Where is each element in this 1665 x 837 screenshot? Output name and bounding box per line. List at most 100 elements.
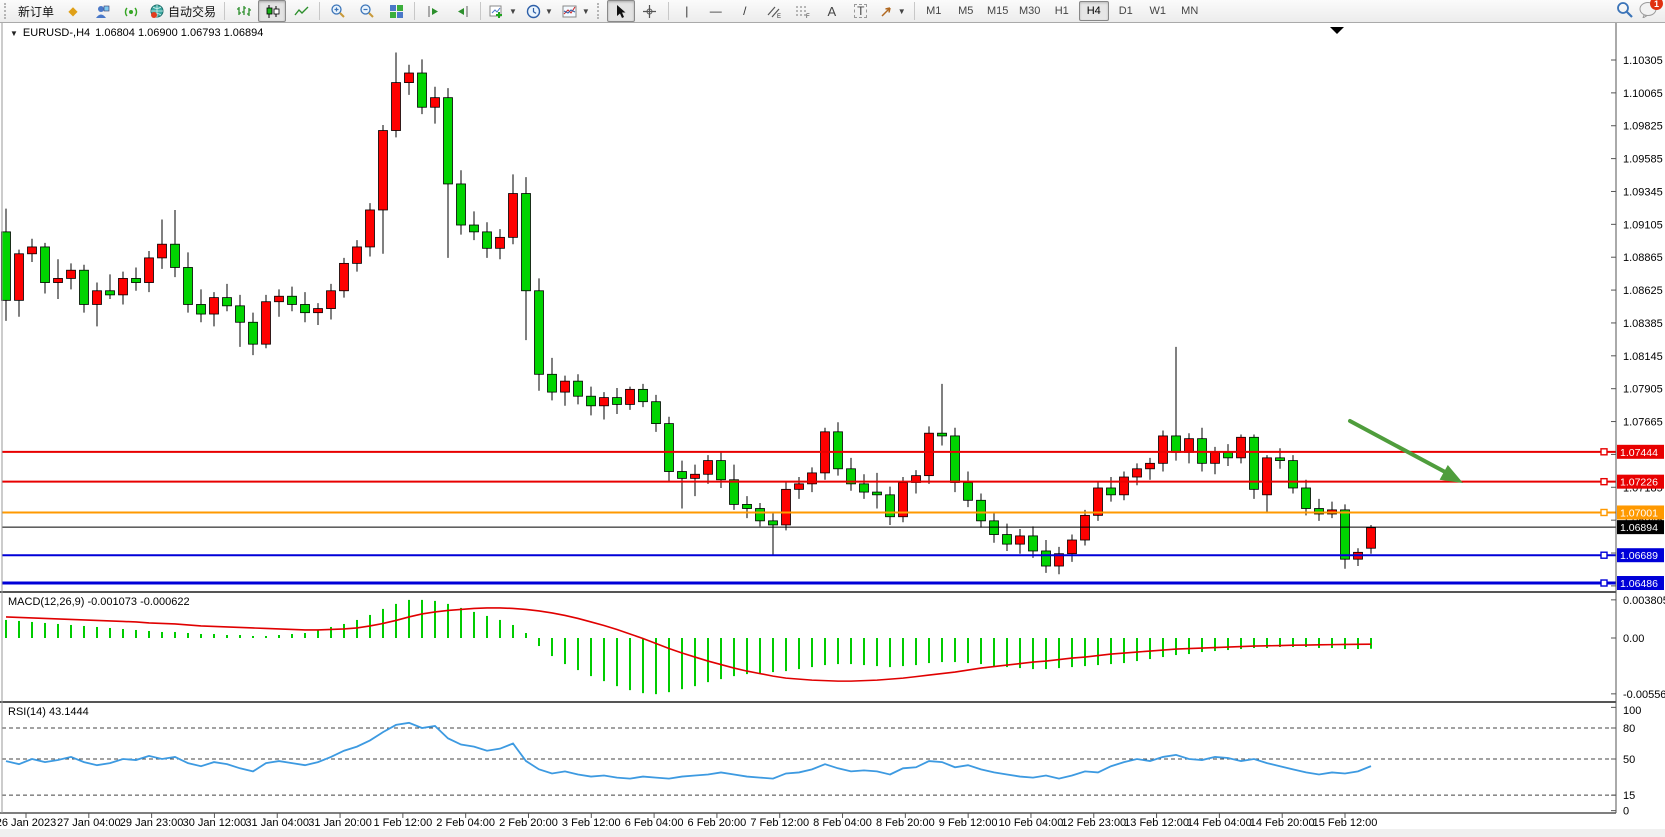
text-tool-icon[interactable]: A <box>818 0 846 22</box>
tile-windows-icon[interactable] <box>382 0 410 22</box>
svg-text:1.10065: 1.10065 <box>1623 88 1663 100</box>
timeframe-m15[interactable]: M15 <box>983 1 1013 21</box>
timeframe-d1[interactable]: D1 <box>1111 1 1141 21</box>
toolbar-separator <box>319 2 320 20</box>
chart-shift-icon[interactable] <box>419 0 447 22</box>
svg-text:50: 50 <box>1623 754 1635 766</box>
trendline-tool-icon[interactable]: / <box>731 0 759 22</box>
svg-text:9 Feb 12:00: 9 Feb 12:00 <box>939 817 998 829</box>
svg-text:100: 100 <box>1623 705 1641 717</box>
bar-chart-icon[interactable] <box>229 0 257 22</box>
svg-text:2 Feb 04:00: 2 Feb 04:00 <box>436 817 495 829</box>
templates-button[interactable]: ▼ <box>558 0 594 22</box>
toolbar-separator <box>914 2 915 20</box>
gold-bars-icon[interactable]: ◆ <box>59 0 87 22</box>
timeframe-h1[interactable]: H1 <box>1047 1 1077 21</box>
line-chart-icon[interactable] <box>287 0 315 22</box>
svg-text:10 Feb 04:00: 10 Feb 04:00 <box>999 817 1064 829</box>
timeframe-m30[interactable]: M30 <box>1015 1 1045 21</box>
toolbar-drag-handle[interactable] <box>4 3 11 19</box>
svg-text:1.08145: 1.08145 <box>1623 351 1663 363</box>
svg-text:1.07905: 1.07905 <box>1623 384 1663 396</box>
svg-text:3 Feb 12:00: 3 Feb 12:00 <box>562 817 621 829</box>
svg-text:1.08625: 1.08625 <box>1623 285 1663 297</box>
svg-text:0: 0 <box>1623 806 1629 818</box>
auto-scroll-icon[interactable] <box>448 0 476 22</box>
svg-text:7 Feb 12:00: 7 Feb 12:00 <box>750 817 809 829</box>
toolbar-separator <box>224 2 225 20</box>
svg-text:14 Feb 04:00: 14 Feb 04:00 <box>1187 817 1252 829</box>
svg-text:31 Jan 20:00: 31 Jan 20:00 <box>308 817 372 829</box>
svg-text:15: 15 <box>1623 790 1635 802</box>
candlestick-chart-icon[interactable] <box>258 0 286 22</box>
svg-text:1.08865: 1.08865 <box>1623 252 1663 264</box>
auto-trading-button[interactable]: 自动交易 <box>146 0 220 22</box>
svg-text:1.07001: 1.07001 <box>1620 507 1658 519</box>
cursor-icon[interactable] <box>607 0 635 22</box>
svg-text:27 Jan 04:00: 27 Jan 04:00 <box>57 817 121 829</box>
periods-clock-button[interactable]: ▼ <box>522 0 557 22</box>
svg-text:1.06486: 1.06486 <box>1620 578 1658 590</box>
svg-text:1.09105: 1.09105 <box>1623 219 1663 231</box>
svg-text:0.003805: 0.003805 <box>1623 595 1665 607</box>
signal-icon[interactable] <box>117 0 145 22</box>
timeframe-m1[interactable]: M1 <box>919 1 949 21</box>
timeframe-w1[interactable]: W1 <box>1143 1 1173 21</box>
svg-text:30 Jan 12:00: 30 Jan 12:00 <box>183 817 247 829</box>
timeframe-mn[interactable]: MN <box>1175 1 1205 21</box>
toolbar: 新订单 ◆ 自动交易 ▼ ▼ <box>0 0 1665 23</box>
arrows-tool-icon[interactable]: ▼ <box>876 0 910 22</box>
svg-text:1.08385: 1.08385 <box>1623 318 1663 330</box>
timeframe-toolbar: M1M5M15M30H1H4D1W1MN <box>919 1 1205 21</box>
svg-text:29 Jan 23:00: 29 Jan 23:00 <box>120 817 184 829</box>
toolbar-separator <box>668 2 669 20</box>
horizontal-line-tool-icon[interactable]: — <box>702 0 730 22</box>
vertical-line-tool-icon[interactable]: | <box>673 0 701 22</box>
svg-text:-0.005569: -0.005569 <box>1623 689 1665 701</box>
text-label-tool-icon[interactable]: T <box>847 0 875 22</box>
new-order-button[interactable]: 新订单 <box>14 0 58 22</box>
svg-text:1.09585: 1.09585 <box>1623 154 1663 166</box>
zoom-out-icon[interactable] <box>353 0 381 22</box>
svg-text:1.09825: 1.09825 <box>1623 121 1663 133</box>
accounts-icon[interactable] <box>88 0 116 22</box>
chart-canvas[interactable]: 1.10305 1.10065 1.09825 1.09585 1.09345 1.091… <box>0 0 1665 837</box>
svg-text:1.06894: 1.06894 <box>1620 522 1658 534</box>
channel-tool-icon[interactable]: E <box>760 0 788 22</box>
svg-text:6 Feb 04:00: 6 Feb 04:00 <box>625 817 684 829</box>
chat-badge: 1 <box>1650 0 1663 10</box>
toolbar-separator <box>414 2 415 20</box>
svg-text:80: 80 <box>1623 723 1635 735</box>
zoom-in-icon[interactable] <box>324 0 352 22</box>
svg-text:2 Feb 20:00: 2 Feb 20:00 <box>499 817 558 829</box>
svg-text:8 Feb 04:00: 8 Feb 04:00 <box>813 817 872 829</box>
svg-text:F: F <box>806 14 810 19</box>
search-icon[interactable] <box>1616 1 1633 21</box>
svg-text:1.07665: 1.07665 <box>1623 417 1663 429</box>
svg-text:8 Feb 20:00: 8 Feb 20:00 <box>876 817 935 829</box>
chat-icon[interactable]: 1 <box>1639 1 1657 21</box>
timeframe-h4[interactable]: H4 <box>1079 1 1109 21</box>
fibonacci-tool-icon[interactable]: F <box>789 0 817 22</box>
svg-text:1.07444: 1.07444 <box>1620 447 1658 459</box>
crosshair-icon[interactable] <box>636 0 664 22</box>
svg-text:E: E <box>777 14 781 19</box>
svg-text:1.10305: 1.10305 <box>1623 55 1663 67</box>
svg-text:13 Feb 12:00: 13 Feb 12:00 <box>1124 817 1189 829</box>
svg-text:1.07226: 1.07226 <box>1620 477 1658 489</box>
svg-text:31 Jan 04:00: 31 Jan 04:00 <box>245 817 309 829</box>
new-chart-button[interactable]: ▼ <box>485 0 521 22</box>
toolbar-separator <box>480 2 481 20</box>
svg-text:1.09345: 1.09345 <box>1623 186 1663 198</box>
timeframe-m5[interactable]: M5 <box>951 1 981 21</box>
svg-text:1.06689: 1.06689 <box>1620 550 1658 562</box>
mt4-window: { "toolbar": { "new_order_label": "新订单",… <box>0 0 1665 837</box>
svg-text:6 Feb 20:00: 6 Feb 20:00 <box>688 817 747 829</box>
svg-text:14 Feb 20:00: 14 Feb 20:00 <box>1250 817 1315 829</box>
svg-text:26 Jan 2023: 26 Jan 2023 <box>0 817 56 829</box>
svg-text:12 Feb 23:00: 12 Feb 23:00 <box>1061 817 1126 829</box>
svg-text:0.00: 0.00 <box>1623 633 1644 645</box>
svg-text:1 Feb 12:00: 1 Feb 12:00 <box>374 817 433 829</box>
svg-text:15 Feb 12:00: 15 Feb 12:00 <box>1313 817 1378 829</box>
toolbar-drag-handle[interactable] <box>597 3 604 19</box>
